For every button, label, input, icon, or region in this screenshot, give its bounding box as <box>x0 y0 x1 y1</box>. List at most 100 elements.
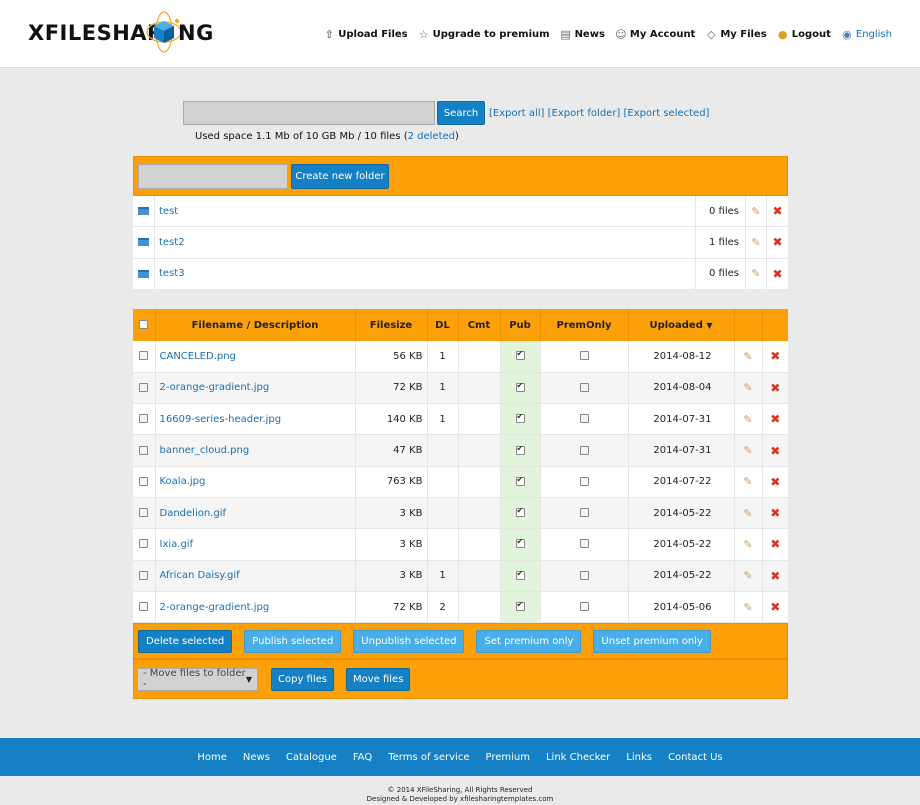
file-edit-button[interactable]: ✎ <box>734 372 763 405</box>
footer-link-terms[interactable]: Terms of service <box>388 752 469 763</box>
public-checkbox[interactable] <box>515 569 525 580</box>
header-premonly[interactable]: PremOnly <box>540 309 629 341</box>
premonly-checkbox[interactable] <box>579 445 589 455</box>
premonly-checkbox[interactable] <box>579 539 589 549</box>
file-name-link[interactable]: Koala.jpg <box>160 476 206 487</box>
create-folder-button[interactable]: Create new folder <box>291 163 389 189</box>
unpublish-selected-button[interactable]: Unpublish selected <box>353 629 465 653</box>
footer-link-home[interactable]: Home <box>197 752 227 763</box>
folder-delete-button[interactable]: ✖ <box>767 196 788 226</box>
file-delete-button[interactable]: ✖ <box>762 403 788 436</box>
move-files-button[interactable]: Move files <box>345 667 411 691</box>
folder-row[interactable]: test2 1 files ✎ ✖ <box>133 227 788 259</box>
export-all-link[interactable]: [Export all] <box>489 108 544 119</box>
search-input[interactable] <box>183 101 435 125</box>
folder-delete-button[interactable]: ✖ <box>767 227 788 257</box>
row-select-checkbox[interactable] <box>139 445 149 455</box>
file-edit-button[interactable]: ✎ <box>734 591 763 624</box>
copy-files-button[interactable]: Copy files <box>271 667 334 691</box>
file-name-link[interactable]: banner_cloud.png <box>160 445 250 456</box>
public-checkbox[interactable] <box>515 475 525 486</box>
file-delete-button[interactable]: ✖ <box>762 591 788 624</box>
folder-name-link[interactable]: test2 <box>159 237 185 248</box>
file-name-link[interactable]: 2-orange-gradient.jpg <box>160 382 270 393</box>
nav-my-account[interactable]: ☺ My Account <box>615 28 695 41</box>
file-edit-button[interactable]: ✎ <box>734 560 763 592</box>
file-name-link[interactable]: Dandelion.gif <box>160 508 227 519</box>
file-name-link[interactable]: CANCELED.png <box>160 351 236 362</box>
public-checkbox[interactable] <box>515 349 525 361</box>
folder-name-link[interactable]: test <box>159 206 178 217</box>
header-filename[interactable]: Filename / Description <box>155 309 356 341</box>
header-dl[interactable]: DL <box>427 309 459 341</box>
file-delete-button[interactable]: ✖ <box>762 560 788 592</box>
footer-link-faq[interactable]: FAQ <box>353 752 372 763</box>
file-edit-button[interactable]: ✎ <box>734 466 763 498</box>
nav-upgrade-premium[interactable]: ☆ Upgrade to premium <box>418 28 550 41</box>
footer-link-contact[interactable]: Contact Us <box>668 752 723 763</box>
file-edit-button[interactable]: ✎ <box>734 341 763 373</box>
nav-my-files[interactable]: ◇ My Files <box>705 28 767 41</box>
folder-name-link[interactable]: test3 <box>159 268 185 279</box>
unset-premium-button[interactable]: Unset premium only <box>593 629 711 653</box>
export-folder-link[interactable]: [Export folder] <box>548 108 621 119</box>
header-cmt[interactable]: Cmt <box>458 309 501 341</box>
folder-row[interactable]: test 0 files ✎ ✖ <box>133 196 788 228</box>
premonly-checkbox[interactable] <box>579 602 589 612</box>
search-button[interactable]: Search <box>437 101 485 125</box>
header-filesize[interactable]: Filesize <box>355 309 428 341</box>
file-edit-button[interactable]: ✎ <box>734 528 763 561</box>
file-delete-button[interactable]: ✖ <box>762 341 788 373</box>
row-select-checkbox[interactable] <box>139 382 149 392</box>
publish-selected-button[interactable]: Publish selected <box>244 629 342 653</box>
file-edit-button[interactable]: ✎ <box>734 403 763 436</box>
public-checkbox[interactable] <box>515 412 525 424</box>
public-checkbox[interactable] <box>515 506 525 518</box>
premonly-checkbox[interactable] <box>579 414 589 424</box>
folder-row[interactable]: test3 0 files ✎ ✖ <box>133 258 788 290</box>
row-select-checkbox[interactable] <box>139 570 149 580</box>
row-select-checkbox[interactable] <box>139 351 149 361</box>
set-premium-button[interactable]: Set premium only <box>476 629 582 653</box>
folder-edit-button[interactable]: ✎ <box>746 258 767 289</box>
row-select-checkbox[interactable] <box>139 508 149 518</box>
premonly-checkbox[interactable] <box>579 570 589 580</box>
folder-edit-button[interactable]: ✎ <box>746 227 767 258</box>
file-delete-button[interactable]: ✖ <box>762 434 788 467</box>
header-pub[interactable]: Pub <box>500 309 541 341</box>
delete-selected-button[interactable]: Delete selected <box>138 629 233 653</box>
file-delete-button[interactable]: ✖ <box>762 466 788 498</box>
public-checkbox[interactable] <box>515 444 525 455</box>
file-name-link[interactable]: Ixia.gif <box>160 539 194 550</box>
public-checkbox[interactable] <box>515 600 525 612</box>
premonly-checkbox[interactable] <box>579 382 589 392</box>
file-edit-button[interactable]: ✎ <box>734 434 763 467</box>
header-uploaded[interactable]: Uploaded ▼ <box>628 309 735 341</box>
footer-link-catalogue[interactable]: Catalogue <box>286 752 337 763</box>
premonly-checkbox[interactable] <box>579 351 589 361</box>
new-folder-input[interactable] <box>138 163 288 189</box>
export-selected-link[interactable]: [Export selected] <box>624 108 710 119</box>
row-select-checkbox[interactable] <box>139 414 149 424</box>
public-checkbox[interactable] <box>515 537 525 549</box>
file-name-link[interactable]: African Daisy.gif <box>160 570 240 581</box>
premonly-checkbox[interactable] <box>579 476 589 486</box>
file-delete-button[interactable]: ✖ <box>762 372 788 405</box>
nav-news[interactable]: ▤ News <box>560 28 605 41</box>
footer-link-premium[interactable]: Premium <box>485 752 530 763</box>
row-select-checkbox[interactable] <box>139 602 149 612</box>
row-select-checkbox[interactable] <box>139 539 149 549</box>
folder-delete-button[interactable]: ✖ <box>767 259 788 289</box>
footer-link-news[interactable]: News <box>243 752 270 763</box>
public-checkbox[interactable] <box>515 381 525 392</box>
deleted-files-link[interactable]: 2 deleted <box>408 131 455 142</box>
move-folder-select[interactable]: - Move files to folder - ▼ <box>137 667 258 691</box>
premonly-checkbox[interactable] <box>579 508 589 518</box>
file-name-link[interactable]: 2-orange-gradient.jpg <box>160 602 270 613</box>
file-delete-button[interactable]: ✖ <box>762 497 788 530</box>
site-logo[interactable]: XFILESHAR NG <box>22 6 222 62</box>
folder-edit-button[interactable]: ✎ <box>746 196 767 227</box>
select-all-checkbox[interactable] <box>139 320 149 329</box>
file-name-link[interactable]: 16609-series-header.jpg <box>160 414 282 425</box>
footer-link-link-checker[interactable]: Link Checker <box>546 752 610 763</box>
